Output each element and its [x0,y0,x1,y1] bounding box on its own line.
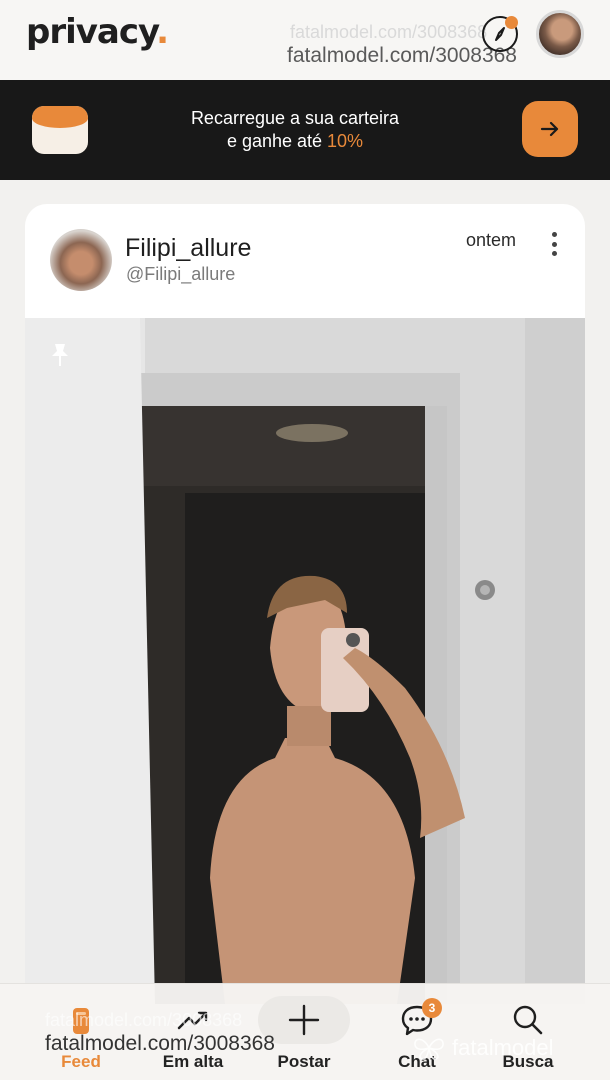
plus-icon [288,1004,320,1036]
pin-icon [52,344,68,366]
butterfly-icon [414,1038,444,1060]
banner-highlight: 10% [327,131,364,151]
nav-chat[interactable]: Chat [362,984,472,1080]
post-card: Filipi_allure @Filipi_allure ontem [25,204,585,1004]
banner-line-2: e ganhe até 10% [226,131,364,151]
compass-icon[interactable] [482,16,518,52]
profile-avatar[interactable] [536,10,584,58]
more-vertical-icon[interactable] [552,232,558,256]
watermark-brand: fatalmodel [412,1035,554,1061]
author-avatar[interactable] [50,229,112,291]
nav-search[interactable]: Busca [473,984,583,1080]
search-icon [513,1005,543,1035]
app-logo[interactable]: privacy. [26,12,169,52]
wallet-banner[interactable]: Recarregue a sua carteira e ganhe até 10… [0,80,610,180]
top-bar: privacy. fatalmodel.com/3008368 fatalmod… [0,0,610,80]
arrow-right-icon [540,121,559,137]
author-name[interactable]: Filipi_allure [125,234,251,263]
wallet-icon [32,106,88,154]
watermark-ghost: fatalmodel.com/3008368 [290,22,488,42]
photo-illustration [25,318,585,1004]
watermark-url: fatalmodel.com/3008368 [287,44,517,67]
post-photo[interactable] [25,318,585,1004]
banner-cta-button[interactable] [522,101,578,157]
post-time: ontem [466,230,517,250]
notification-dot [505,16,518,29]
watermark-ghost-bottom: fatalmodel.com/3008368 [45,1010,243,1030]
banner-line-1: Recarregue a sua carteira [190,108,400,128]
banner-text: Recarregue a sua carteira e ganhe até 10… [150,107,440,153]
author-handle[interactable]: @Filipi_allure [126,264,235,285]
chat-unread-badge: 3 [422,998,442,1018]
watermark-url-bottom: fatalmodel.com/3008368 [45,1032,275,1055]
